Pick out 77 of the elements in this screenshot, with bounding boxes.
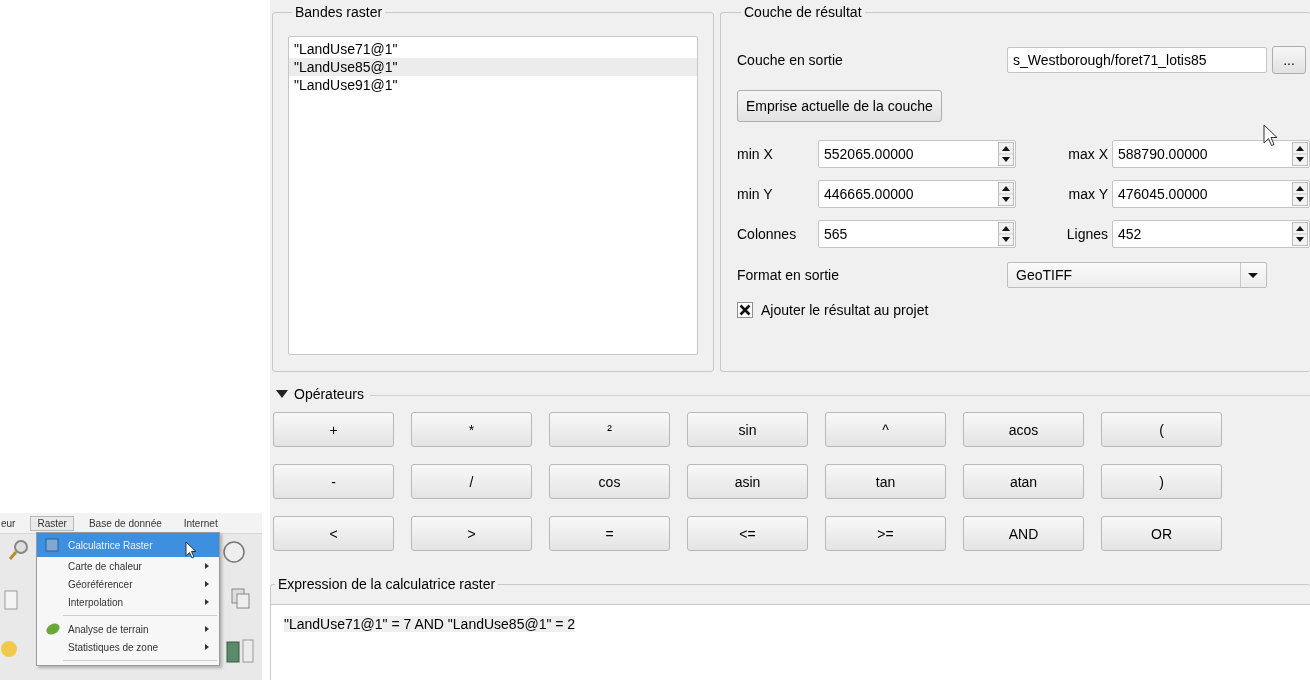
operator-button[interactable]: >= <box>825 516 946 551</box>
expression-field[interactable]: "LandUse71@1" = 7 AND "LandUse85@1" = 2 <box>271 604 1310 680</box>
operator-button[interactable]: - <box>273 464 394 499</box>
operator-button[interactable]: <= <box>687 516 808 551</box>
field-label: Lignes <box>1066 226 1109 242</box>
band-item[interactable]: "LandUse71@1" <box>289 40 697 58</box>
operator-button[interactable]: tan <box>825 464 946 499</box>
spin-box[interactable]: 452 <box>1112 220 1310 248</box>
operator-button[interactable]: ) <box>1101 464 1222 499</box>
spin-box[interactable]: 476045.00000 <box>1112 180 1310 208</box>
operator-button[interactable]: acos <box>963 412 1084 447</box>
band-item[interactable]: "LandUse85@1" <box>289 58 697 76</box>
spin-arrows-icon[interactable] <box>998 142 1014 166</box>
spin-box[interactable]: 565 <box>818 220 1016 248</box>
operator-button[interactable]: atan <box>963 464 1084 499</box>
submenu-arrow-icon <box>205 626 209 632</box>
spin-arrows-icon[interactable] <box>1292 142 1308 166</box>
magnifier-icon <box>8 539 30 561</box>
format-dropdown[interactable]: GeoTIFF <box>1007 262 1267 288</box>
operator-button[interactable]: asin <box>687 464 808 499</box>
field-label: Format en sortie <box>737 267 840 283</box>
submenu-arrow-icon <box>205 599 209 605</box>
operator-button[interactable]: sin <box>687 412 808 447</box>
submenu-arrow-icon <box>205 644 209 650</box>
checkbox[interactable] <box>737 302 753 318</box>
operator-button[interactable]: < <box>273 516 394 551</box>
menu-item[interactable]: Carte de chaleur <box>37 557 219 575</box>
spin-box[interactable]: 446665.00000 <box>818 180 1016 208</box>
operator-button[interactable]: ² <box>549 412 670 447</box>
operator-button[interactable]: ^ <box>825 412 946 447</box>
submenu-arrow-icon <box>205 581 209 587</box>
spin-arrows-icon[interactable] <box>998 182 1014 206</box>
operator-button[interactable]: AND <box>963 516 1084 551</box>
output-path-field[interactable]: s_Westborough/foret71_lotis85 <box>1007 47 1267 73</box>
operator-button[interactable]: ( <box>1101 412 1222 447</box>
operator-button[interactable]: * <box>411 412 532 447</box>
operator-button[interactable]: + <box>273 412 394 447</box>
field-label: max Y <box>1068 186 1109 202</box>
document-icon <box>4 590 18 610</box>
band-item[interactable]: "LandUse91@1" <box>289 76 697 94</box>
field-label: Couche en sortie <box>737 52 844 68</box>
browse-button[interactable]: ... <box>1272 46 1306 74</box>
operator-button[interactable]: > <box>411 516 532 551</box>
checkbox-label: Ajouter le résultat au projet <box>761 302 929 318</box>
cursor-icon <box>1263 124 1279 148</box>
spin-box[interactable]: 588790.00000 <box>1112 140 1310 168</box>
cursor-icon <box>185 541 199 561</box>
menu-bar-item[interactable]: Internet <box>176 515 225 531</box>
operator-button[interactable]: cos <box>549 464 670 499</box>
group-title: Bandes raster <box>294 4 384 20</box>
layers-icon <box>230 587 250 609</box>
expand-arrow-icon[interactable] <box>276 389 288 399</box>
extent-button[interactable]: Emprise actuelle de la couche <box>737 90 942 122</box>
submenu-arrow-icon <box>205 563 209 569</box>
menu-bar-item[interactable]: Raster <box>30 515 74 531</box>
spin-arrows-icon[interactable] <box>1292 222 1308 246</box>
operator-button[interactable]: OR <box>1101 516 1222 551</box>
field-label: max X <box>1068 146 1109 162</box>
menu-item[interactable]: Interpolation <box>37 593 219 611</box>
group-title: Expression de la calculatrice raster <box>277 576 497 592</box>
section-title: Opérateurs <box>294 386 365 402</box>
operator-button[interactable]: = <box>549 516 670 551</box>
spin-arrows-icon[interactable] <box>998 222 1014 246</box>
leaf-icon <box>45 622 61 636</box>
operator-button[interactable]: / <box>411 464 532 499</box>
menu-bar-item[interactable]: Base de donnée <box>81 515 169 531</box>
field-label: Colonnes <box>737 226 798 242</box>
menu-bar-item[interactable]: eur <box>0 515 23 531</box>
spin-arrows-icon[interactable] <box>1292 182 1308 206</box>
menu-item[interactable]: Géoréférencer <box>37 575 219 593</box>
menu-item[interactable]: Analyse de terrain <box>37 620 219 638</box>
database-icon <box>225 638 255 664</box>
field-label: min Y <box>737 186 774 202</box>
spin-box[interactable]: 552065.00000 <box>818 140 1016 168</box>
field-label: min X <box>737 146 774 162</box>
menu-item[interactable]: Statistiques de zone <box>37 638 219 656</box>
group-title: Couche de résultat <box>743 4 863 20</box>
